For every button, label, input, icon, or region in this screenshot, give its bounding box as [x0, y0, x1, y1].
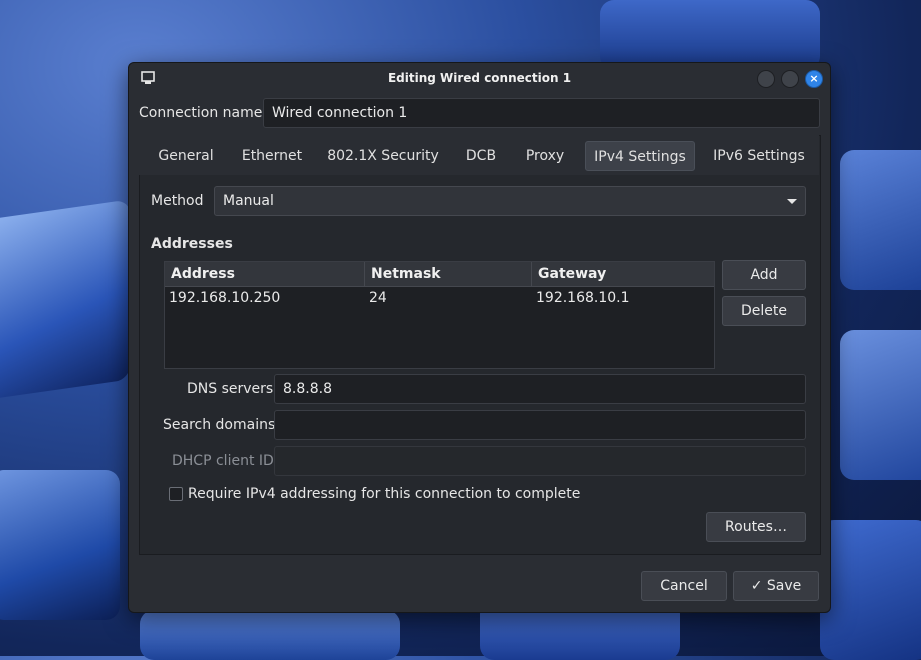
connection-name-input[interactable]: Wired connection 1 [263, 98, 820, 128]
window-title: Editing Wired connection 1 [387, 71, 572, 85]
require-ipv4-label[interactable]: Require IPv4 addressing for this connect… [188, 486, 580, 502]
save-button[interactable]: ✓ Save [733, 571, 819, 601]
addresses-table[interactable]: Address Netmask Gateway 192.168.10.250 2… [164, 261, 715, 369]
delete-address-button[interactable]: Delete [722, 296, 806, 326]
search-domains-input[interactable] [274, 410, 806, 440]
maximize-button[interactable] [781, 70, 799, 88]
tab-ethernet[interactable]: Ethernet [233, 141, 311, 171]
tab-ipv6-settings[interactable]: IPv6 Settings [705, 141, 813, 171]
chevron-down-icon [787, 199, 797, 204]
title-bar[interactable]: Editing Wired connection 1 × [129, 63, 830, 93]
tab-ipv4-settings[interactable]: IPv4 Settings [585, 141, 695, 171]
cell-netmask[interactable]: 24 [369, 290, 387, 306]
dns-servers-label: DNS servers [187, 381, 274, 397]
column-netmask[interactable]: Netmask [365, 262, 532, 286]
addresses-heading: Addresses [151, 236, 233, 252]
edit-connection-dialog: Editing Wired connection 1 × Connection … [128, 62, 831, 613]
minimize-button[interactable] [757, 70, 775, 88]
require-ipv4-checkbox[interactable] [169, 487, 183, 501]
cell-address[interactable]: 192.168.10.250 [169, 290, 280, 306]
add-address-button[interactable]: Add [722, 260, 806, 290]
wallpaper-block [0, 199, 130, 401]
method-value: Manual [223, 193, 274, 209]
close-button[interactable]: × [805, 70, 823, 88]
check-icon: ✓ [750, 578, 763, 594]
routes-button[interactable]: Routes… [706, 512, 806, 542]
dhcp-client-id-label: DHCP client ID [172, 453, 274, 469]
dns-servers-input[interactable]: 8.8.8.8 [274, 374, 806, 404]
tab-general[interactable]: General [147, 141, 225, 171]
tab-bar: General Ethernet 802.1X Security DCB Pro… [139, 135, 819, 175]
cell-gateway[interactable]: 192.168.10.1 [536, 290, 630, 306]
wallpaper-block [840, 330, 921, 480]
cancel-button[interactable]: Cancel [641, 571, 727, 601]
dhcp-client-id-input [274, 446, 806, 476]
wallpaper-block [0, 470, 120, 620]
save-label: Save [766, 578, 802, 594]
wallpaper-block [600, 0, 820, 70]
method-select[interactable]: Manual [214, 186, 806, 216]
wallpaper-block [140, 610, 400, 660]
close-icon: × [809, 72, 819, 85]
tab-proxy[interactable]: Proxy [513, 141, 577, 171]
column-address[interactable]: Address [165, 262, 365, 286]
wallpaper-block [840, 150, 921, 290]
tab-8021x-security[interactable]: 802.1X Security [321, 141, 445, 171]
table-header: Address Netmask Gateway [165, 262, 714, 287]
method-label: Method [151, 193, 204, 209]
connection-name-label: Connection name [139, 105, 263, 121]
wallpaper-block [820, 520, 921, 660]
column-gateway[interactable]: Gateway [532, 262, 714, 286]
search-domains-label: Search domains [163, 417, 276, 433]
tab-dcb[interactable]: DCB [453, 141, 509, 171]
